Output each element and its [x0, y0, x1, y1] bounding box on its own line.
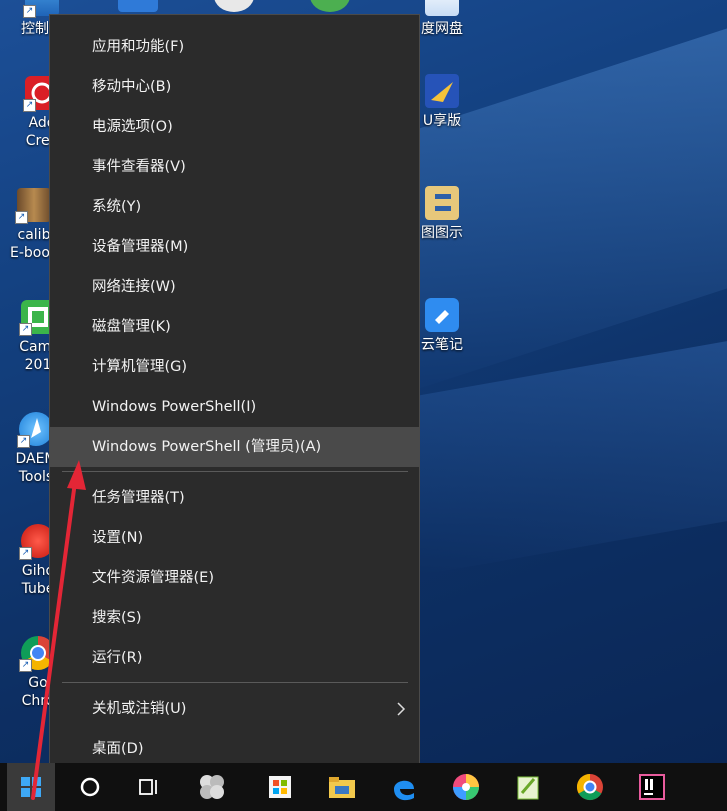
menu-item-label: Windows PowerShell (管理员)(A): [92, 439, 322, 455]
taskbar: [0, 763, 727, 811]
menu-item-label: 系统(Y): [92, 199, 142, 215]
menu-item-label: 电源选项(O): [92, 119, 173, 135]
store-icon: [269, 776, 291, 798]
desktop-icon-u-share[interactable]: U享版: [412, 74, 472, 130]
cloud-notes-icon: [425, 298, 459, 332]
menu-item-label: 设备管理器(M): [92, 239, 189, 255]
menu-item-computer-management[interactable]: 计算机管理(G): [50, 347, 419, 387]
menu-item-disk-management[interactable]: 磁盘管理(K): [50, 307, 419, 347]
desktop-icon-partial[interactable]: [214, 0, 254, 12]
taskbar-app-store[interactable]: [256, 763, 304, 811]
folder-icon: [329, 777, 355, 798]
winx-context-menu: 应用和功能(F) 移动中心(B) 电源选项(O) 事件查看器(V) 系统(Y) …: [49, 14, 420, 776]
pinwheel-icon: [200, 775, 224, 799]
task-view-icon: [139, 779, 157, 795]
menu-item-label: 桌面(D): [92, 741, 144, 757]
taskbar-app-notepad-plus[interactable]: [504, 763, 552, 811]
taskbar-app-chrome[interactable]: [566, 763, 614, 811]
menu-item-event-viewer[interactable]: 事件查看器(V): [50, 147, 419, 187]
desktop-icon-diagram[interactable]: 图图示: [412, 186, 472, 242]
windows-logo-icon: [21, 777, 41, 797]
menu-item-powershell[interactable]: Windows PowerShell(I): [50, 387, 419, 427]
taskbar-app-edge[interactable]: [380, 763, 428, 811]
cortana-button[interactable]: [66, 763, 114, 811]
edge-icon: [394, 780, 414, 801]
menu-item-label: Windows PowerShell(I): [92, 399, 257, 415]
taskbar-app-photos[interactable]: [442, 763, 490, 811]
desktop-icon-baidu-netdisk[interactable]: 度网盘: [412, 0, 472, 38]
baidu-netdisk-icon: [425, 0, 459, 16]
menu-item-task-manager[interactable]: 任务管理器(T): [50, 478, 419, 518]
menu-item-device-manager[interactable]: 设备管理器(M): [50, 227, 419, 267]
task-view-button[interactable]: [126, 763, 174, 811]
menu-separator: [62, 471, 408, 472]
menu-item-network-connections[interactable]: 网络连接(W): [50, 267, 419, 307]
menu-item-power-options[interactable]: 电源选项(O): [50, 107, 419, 147]
start-button[interactable]: [7, 763, 55, 811]
menu-item-label: 任务管理器(T): [92, 490, 185, 506]
taskbar-app-file-explorer[interactable]: [318, 763, 366, 811]
chevron-right-icon: [397, 702, 406, 716]
menu-item-mobility-center[interactable]: 移动中心(B): [50, 67, 419, 107]
menu-item-label: 移动中心(B): [92, 79, 172, 95]
taskbar-app-pinwheel[interactable]: [188, 763, 236, 811]
intellij-icon: [639, 774, 665, 800]
menu-item-settings[interactable]: 设置(N): [50, 518, 419, 558]
menu-item-system[interactable]: 系统(Y): [50, 187, 419, 227]
menu-item-label: 运行(R): [92, 650, 143, 666]
menu-item-label: 计算机管理(G): [92, 359, 188, 375]
chrome-icon: [576, 773, 603, 801]
menu-item-label: 关机或注销(U): [92, 701, 187, 717]
taskbar-app-intellij[interactable]: [628, 763, 676, 811]
diagram-tool-icon: [425, 186, 459, 220]
menu-item-label: 网络连接(W): [92, 279, 176, 295]
desktop-icon-partial[interactable]: [310, 0, 350, 12]
menu-item-label: 文件资源管理器(E): [92, 570, 214, 586]
menu-item-search[interactable]: 搜索(S): [50, 598, 419, 638]
desktop-icon-partial[interactable]: [118, 0, 158, 12]
menu-item-label: 设置(N): [92, 530, 144, 546]
calibre-icon: ↗: [15, 188, 51, 224]
u-share-icon: [425, 74, 459, 108]
menu-item-run[interactable]: 运行(R): [50, 638, 419, 678]
menu-item-label: 搜索(S): [92, 610, 142, 626]
cortana-icon: [80, 777, 100, 797]
menu-item-file-explorer[interactable]: 文件资源管理器(E): [50, 558, 419, 598]
menu-item-shutdown-signout[interactable]: 关机或注销(U): [50, 689, 419, 729]
daemon-tools-icon: ↗: [17, 412, 53, 448]
menu-item-apps-features[interactable]: 应用和功能(F): [50, 27, 419, 67]
menu-item-label: 应用和功能(F): [92, 39, 185, 55]
menu-item-label: 事件查看器(V): [92, 159, 186, 175]
menu-item-label: 磁盘管理(K): [92, 319, 171, 335]
photos-pinwheel-icon: [453, 774, 479, 800]
notepad-plus-icon: [517, 776, 539, 800]
menu-separator: [62, 682, 408, 683]
desktop-icon-cloud-notes[interactable]: 云笔记: [412, 298, 472, 354]
menu-item-powershell-admin[interactable]: Windows PowerShell (管理员)(A): [50, 427, 419, 467]
